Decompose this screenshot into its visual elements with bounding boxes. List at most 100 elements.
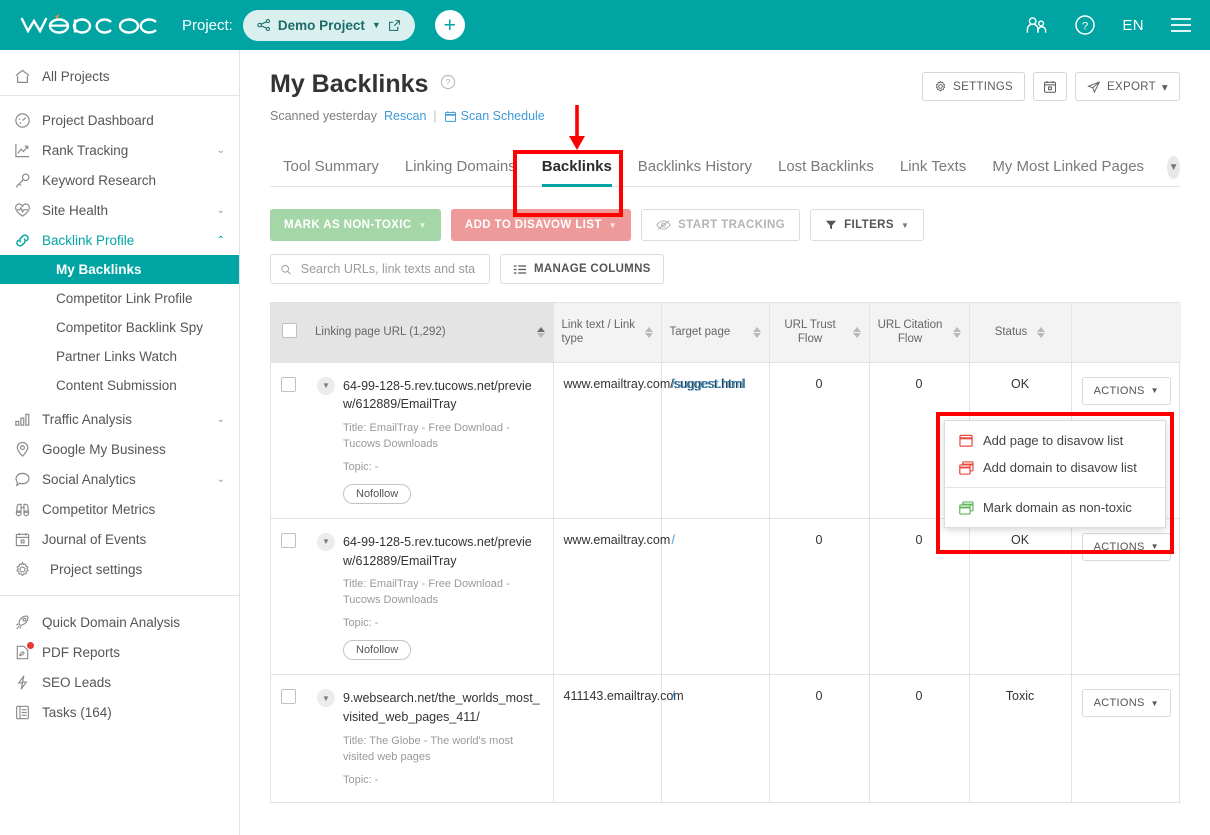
column-target-page[interactable]: Target page — [661, 303, 770, 363]
project-selector[interactable]: Demo Project ▼ — [242, 9, 415, 41]
url-trust-flow-cell: 0 — [769, 362, 870, 519]
hamburger-icon[interactable] — [1170, 17, 1192, 33]
column-url-trust-flow[interactable]: URL Trust Flow — [769, 303, 870, 363]
tab-link-texts[interactable]: Link Texts — [887, 158, 979, 186]
tab-backlinks-history[interactable]: Backlinks History — [625, 158, 765, 186]
actions-button[interactable]: ACTIONS ▼ — [1081, 689, 1171, 718]
add-to-disavow-list-button[interactable]: ADD TO DISAVOW LIST ▼ — [450, 209, 632, 241]
sidebar-item-all-projects[interactable]: All Projects — [0, 57, 239, 95]
add-project-button[interactable]: + — [434, 10, 465, 40]
language-selector[interactable]: EN — [1122, 17, 1144, 34]
sidebar-item-competitor-metrics[interactable]: Competitor Metrics — [0, 494, 239, 524]
gear-icon — [14, 561, 42, 578]
row-expander-chevron-down-icon[interactable]: ▼ — [317, 689, 335, 708]
calendar-button[interactable] — [1033, 72, 1068, 101]
settings-button[interactable]: SETTINGS — [922, 72, 1026, 101]
column-linking-page-url[interactable]: Linking page URL (1,292) — [307, 303, 554, 363]
sidebar-item-site-health[interactable]: Site Health ⌄ — [0, 195, 239, 225]
row-checkbox[interactable] — [281, 689, 296, 705]
start-tracking-button[interactable]: START TRACKING — [641, 209, 801, 241]
export-button[interactable]: EXPORT ▾ — [1075, 72, 1180, 101]
sidebar-item-pdf-reports[interactable]: PDF Reports — [0, 637, 239, 667]
webceo-logo[interactable] — [18, 10, 160, 40]
sidebar-item-project-dashboard[interactable]: Project Dashboard — [0, 105, 239, 135]
sidebar-item-keyword-research[interactable]: Keyword Research — [0, 165, 239, 195]
sidebar-item-rank-tracking[interactable]: Rank Tracking ⌄ — [0, 135, 239, 165]
chevron-down-icon[interactable]: ⌄ — [217, 145, 225, 156]
sidebar-item-social-analytics[interactable]: Social Analytics ⌄ — [0, 464, 239, 494]
sidebar-item-partner-links-watch[interactable]: Partner Links Watch — [0, 342, 239, 371]
sidebar-item-backlink-profile[interactable]: Backlink Profile ⌃ — [0, 225, 239, 255]
tabs-more-chevron-down-icon[interactable]: ▼ — [1167, 156, 1180, 179]
column-status[interactable]: Status — [969, 303, 1072, 363]
sidebar-item-traffic-analysis[interactable]: Traffic Analysis ⌄ — [0, 404, 239, 434]
linking-page-url[interactable]: 64-99-128-5.rev.tucows.net/preview/61288… — [343, 377, 543, 415]
sidebar-item-quick-domain-analysis[interactable]: Quick Domain Analysis — [0, 607, 239, 637]
sidebar-item-project-settings[interactable]: Project settings — [0, 554, 239, 584]
page-title-meta: Title: EmailTray - Free Download - Tucow… — [343, 578, 510, 607]
sort-toggle-icon[interactable] — [536, 326, 545, 338]
search-input[interactable] — [298, 261, 480, 277]
actions-label: ACTIONS — [1093, 384, 1145, 397]
sidebar-sub-label: Partner Links Watch — [56, 349, 178, 364]
manage-columns-button[interactable]: MANAGE COLUMNS — [500, 254, 664, 284]
row-checkbox[interactable] — [281, 376, 296, 392]
target-page-link[interactable]: / — [672, 689, 675, 703]
menu-item-add-page-to-disavow[interactable]: Add page to disavow list — [945, 427, 1165, 454]
eye-off-icon — [656, 220, 671, 230]
chevron-down-icon: ▼ — [1150, 386, 1159, 395]
sort-toggle-icon[interactable] — [644, 326, 653, 338]
tab-linking-domains[interactable]: Linking Domains — [392, 158, 529, 186]
sidebar-item-competitor-link-profile[interactable]: Competitor Link Profile — [0, 284, 239, 313]
row-expander-chevron-down-icon[interactable]: ▼ — [317, 532, 335, 551]
target-page-link[interactable]: / — [672, 533, 675, 547]
sidebar-item-journal-of-events[interactable]: Journal of Events — [0, 524, 239, 554]
sidebar-item-competitor-backlink-spy[interactable]: Competitor Backlink Spy — [0, 313, 239, 342]
actions-cell: ACTIONS ▼ — [1071, 674, 1181, 804]
sidebar-sub-label: Competitor Link Profile — [56, 291, 193, 306]
tab-my-most-linked-pages[interactable]: My Most Linked Pages — [979, 158, 1157, 186]
rescan-link[interactable]: Rescan — [384, 109, 426, 123]
sidebar-item-seo-leads[interactable]: SEO Leads — [0, 667, 239, 697]
sort-toggle-icon[interactable] — [852, 326, 861, 338]
nofollow-badge: Nofollow — [343, 483, 412, 504]
sort-toggle-icon[interactable] — [1037, 326, 1046, 338]
mark-as-non-toxic-label: MARK AS NON-TOXIC — [284, 219, 412, 231]
row-expander-chevron-down-icon[interactable]: ▼ — [317, 376, 335, 395]
help-icon[interactable]: ? — [1074, 14, 1096, 36]
row-checkbox[interactable] — [281, 532, 296, 548]
chevron-down-icon[interactable]: ⌄ — [217, 414, 225, 425]
tab-backlinks[interactable]: Backlinks — [529, 158, 625, 187]
linking-page-url[interactable]: 64-99-128-5.rev.tucows.net/preview/61288… — [343, 533, 543, 571]
chevron-down-icon[interactable]: ⌄ — [217, 474, 225, 485]
select-all-checkbox[interactable] — [281, 323, 297, 339]
target-page-link[interactable]: /suggest.html — [672, 377, 746, 391]
search-box[interactable] — [270, 254, 490, 284]
users-icon[interactable] — [1025, 15, 1048, 35]
actions-button[interactable]: ACTIONS ▼ — [1081, 376, 1171, 405]
chevron-up-icon[interactable]: ⌃ — [217, 235, 225, 246]
scan-schedule-link[interactable]: Scan Schedule — [444, 109, 545, 123]
linking-page-url[interactable]: 9.websearch.net/the_worlds_most_visited_… — [343, 689, 543, 727]
chevron-down-icon: ▼ — [1150, 542, 1159, 552]
actions-button[interactable]: ACTIONS ▼ — [1081, 532, 1171, 561]
column-link-text[interactable]: Link text / Link type — [553, 303, 662, 363]
help-circle-icon[interactable]: ? — [440, 74, 456, 95]
sidebar-item-my-backlinks[interactable]: My Backlinks — [0, 255, 239, 284]
sidebar-label: Google My Business — [42, 441, 166, 457]
sidebar-item-content-submission[interactable]: Content Submission — [0, 371, 239, 400]
column-url-citation-flow[interactable]: URL Citation Flow — [869, 303, 970, 363]
column-actions — [1071, 303, 1181, 363]
menu-item-add-domain-to-disavow[interactable]: Add domain to disavow list — [945, 454, 1165, 481]
filters-button[interactable]: FILTERS ▼ — [810, 209, 925, 241]
mark-as-non-toxic-button[interactable]: MARK AS NON-TOXIC ▼ — [270, 209, 441, 241]
tab-lost-backlinks[interactable]: Lost Backlinks — [765, 158, 887, 186]
sidebar-item-google-my-business[interactable]: Google My Business — [0, 434, 239, 464]
menu-item-mark-domain-non-toxic[interactable]: Mark domain as non-toxic — [945, 494, 1165, 521]
tab-tool-summary[interactable]: Tool Summary — [270, 158, 392, 186]
sidebar-item-tasks[interactable]: Tasks (164) — [0, 697, 239, 727]
sort-toggle-icon[interactable] — [952, 326, 961, 338]
menu-item-label: Add page to disavow list — [983, 433, 1124, 448]
sort-toggle-icon[interactable] — [752, 326, 761, 338]
chevron-down-icon[interactable]: ⌄ — [217, 205, 225, 216]
